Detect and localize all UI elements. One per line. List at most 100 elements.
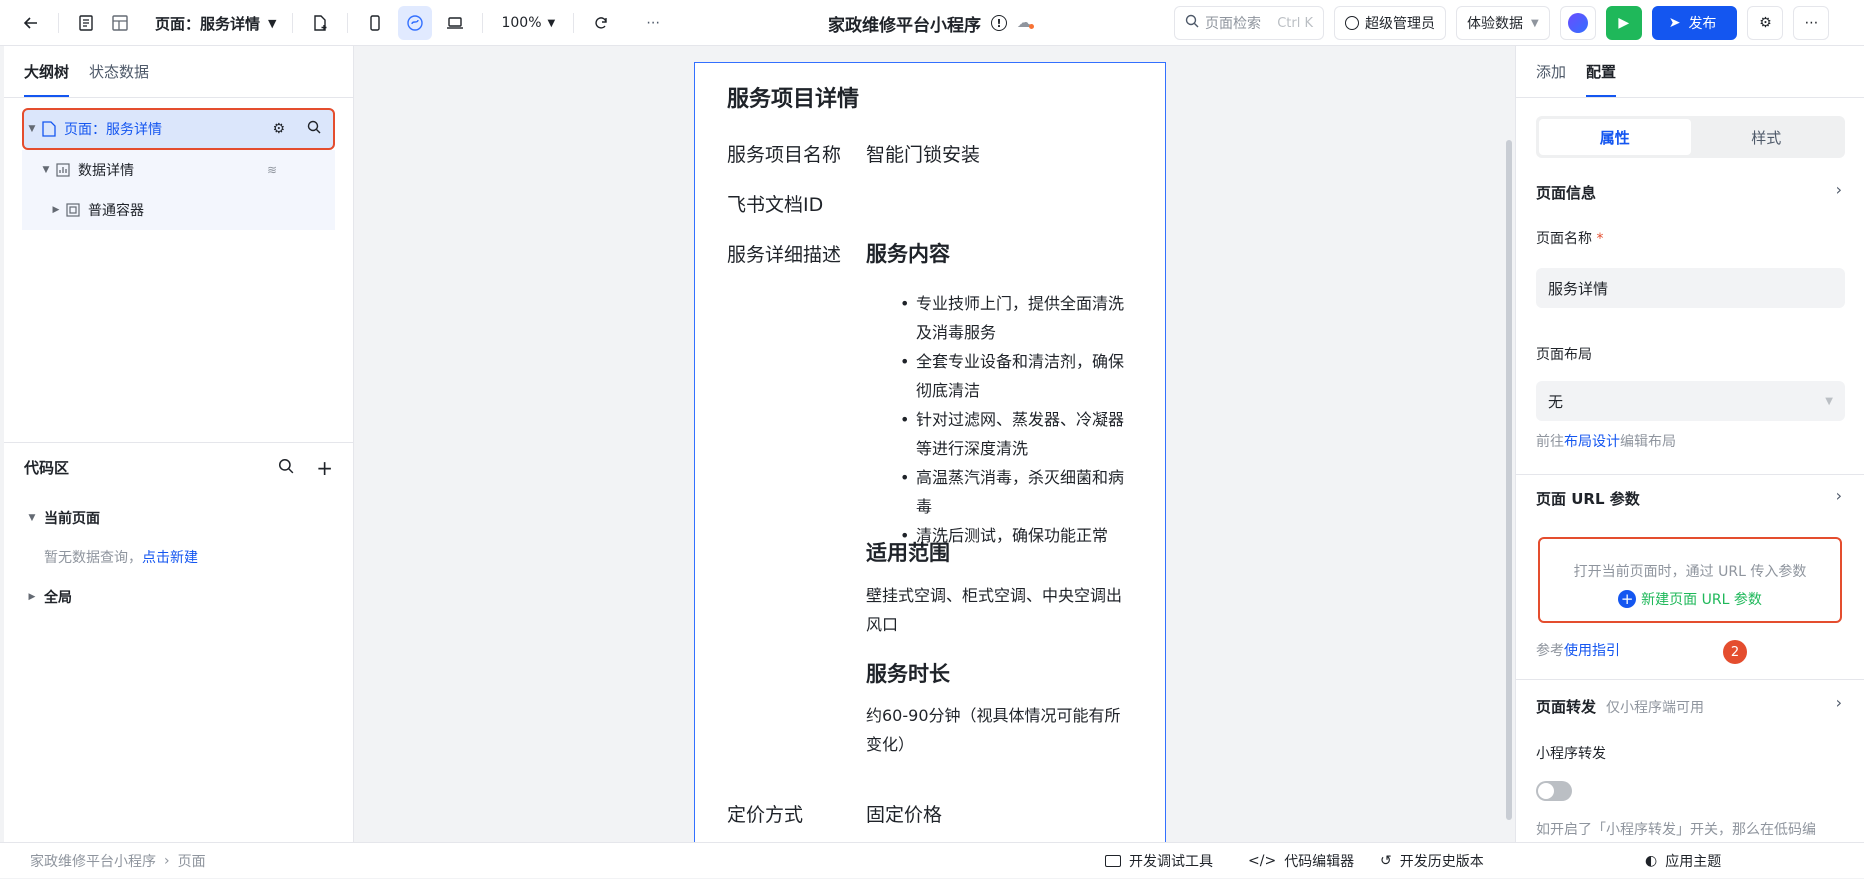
tree-item-label: 数据详情: [78, 163, 134, 179]
debug-tool-button[interactable]: 开发调试工具: [1105, 843, 1213, 879]
page-forward-section[interactable]: 页面转发 仅小程序端可用: [1536, 696, 1704, 717]
new-url-param-button[interactable]: + 新建页面 URL 参数: [1540, 589, 1840, 609]
chevron-down-icon: ▼: [1825, 395, 1833, 407]
page-layout-select[interactable]: 无 ▼: [1536, 381, 1845, 421]
data-select-value: 体验数据: [1467, 16, 1523, 32]
data-select[interactable]: 体验数据 ▼: [1456, 6, 1550, 40]
back-arrow-icon[interactable]: [14, 6, 48, 40]
publish-button[interactable]: ➤ 发布: [1651, 6, 1738, 40]
tree-item-label: 普通容器: [88, 203, 144, 219]
collapse-icon[interactable]: ▶: [48, 205, 64, 215]
code-editor-label: 代码编辑器: [1284, 854, 1355, 870]
gear-icon: ⚙: [1759, 15, 1772, 31]
more-icon[interactable]: ⋯: [636, 6, 670, 40]
mini-forward-label: 小程序转发: [1536, 746, 1606, 762]
container-icon: [64, 201, 82, 219]
chevron-right-icon[interactable]: ›: [1836, 693, 1842, 712]
play-icon: ▶: [1618, 15, 1630, 31]
theme-button[interactable]: ◐ 应用主题: [1645, 843, 1721, 879]
mini-forward-toggle[interactable]: [1536, 781, 1572, 801]
expand-icon[interactable]: ▼: [24, 124, 40, 134]
tab-outline[interactable]: 大纲树: [24, 46, 70, 97]
price-label: 定价方式: [727, 804, 804, 826]
tab-config[interactable]: 配置: [1586, 46, 1617, 97]
usage-guide-link[interactable]: 使用指引: [1564, 643, 1620, 659]
refresh-icon[interactable]: [584, 6, 618, 40]
tab-state-data[interactable]: 状态数据: [89, 46, 149, 97]
app-title: 家政维修平台小程序: [828, 15, 981, 36]
list-item: 专业技师上门，提供全面清洗及消毒服务: [866, 289, 1136, 347]
global-group[interactable]: ▶ 全局: [24, 587, 72, 607]
tab-add[interactable]: 添加: [1536, 46, 1566, 97]
tree-item-label: 页面：服务详情: [64, 122, 162, 138]
page-layout-value: 无: [1548, 392, 1564, 411]
current-page-group[interactable]: ▼ 当前页面: [24, 508, 100, 528]
breadcrumb-item[interactable]: 家政维修平台小程序: [30, 851, 156, 871]
search-icon[interactable]: [278, 458, 294, 478]
ai-assistant-button[interactable]: [1559, 6, 1596, 40]
page-name-label-text: 页面名称: [1536, 231, 1592, 247]
tree-item-data-detail[interactable]: ▼ 数据详情 ≋: [22, 150, 335, 190]
page-list-icon[interactable]: [69, 6, 103, 40]
page-search-input[interactable]: 页面检索 Ctrl K: [1174, 6, 1324, 40]
layout-hint-post: 编辑布局: [1620, 434, 1676, 450]
page-title: 服务项目详情: [727, 87, 860, 112]
chart-icon: [54, 161, 72, 179]
layout-design-link[interactable]: 布局设计: [1564, 434, 1620, 450]
history-label: 开发历史版本: [1399, 854, 1484, 870]
desktop-view-icon[interactable]: [438, 6, 472, 40]
property-style-toggle: 属性 样式: [1536, 116, 1845, 158]
required-mark: *: [1596, 231, 1604, 247]
scope-text: 壁挂式空调、柜式空调、中央空调出风口: [866, 586, 1123, 634]
design-canvas: 服务项目详情 服务项目名称 智能门锁安装 飞书文档ID 服务详细描述 服务内容 …: [354, 46, 1514, 842]
left-tabs: 大纲树 状态数据: [4, 46, 353, 98]
chevron-right-icon[interactable]: ›: [1836, 486, 1842, 505]
tree-item-container[interactable]: ▶ 普通容器: [22, 190, 335, 230]
settings-button[interactable]: ⚙: [1747, 6, 1784, 40]
more-button[interactable]: ⋯: [1793, 6, 1830, 40]
code-icon: </>: [1248, 853, 1277, 869]
plus-icon[interactable]: +: [316, 456, 333, 480]
search-icon[interactable]: [307, 120, 321, 138]
expand-icon[interactable]: ▼: [38, 165, 54, 175]
tab-properties[interactable]: 属性: [1539, 119, 1691, 155]
history-button[interactable]: ↺ 开发历史版本: [1380, 843, 1484, 879]
chevron-right-icon: ›: [164, 853, 170, 869]
gear-icon[interactable]: ⚙: [272, 121, 285, 137]
miniprogram-view-icon[interactable]: [398, 6, 433, 40]
right-tabs: 添加 配置: [1516, 46, 1864, 98]
name-label: 服务项目名称: [727, 144, 842, 166]
debug-tool-label: 开发调试工具: [1129, 854, 1213, 870]
page-name-field[interactable]: 服务详情: [1536, 268, 1845, 308]
page-preview[interactable]: 服务项目详情 服务项目名称 智能门锁安装 飞书文档ID 服务详细描述 服务内容 …: [694, 62, 1166, 842]
breadcrumb: 家政维修平台小程序 › 页面: [30, 843, 206, 879]
chevron-right-icon[interactable]: ›: [1836, 180, 1842, 199]
zoom-select[interactable]: 100% ▼: [493, 15, 563, 31]
run-button[interactable]: ▶: [1605, 6, 1642, 40]
search-shortcut: Ctrl K: [1277, 15, 1313, 31]
admin-button[interactable]: 超级管理员: [1334, 6, 1446, 40]
add-page-icon[interactable]: [303, 6, 337, 40]
forward-note: 如开启了「小程序转发」开关，那么在低码编: [1536, 822, 1816, 838]
url-params-section[interactable]: 页面 URL 参数: [1536, 488, 1640, 509]
tab-style[interactable]: 样式: [1691, 119, 1843, 155]
mobile-view-icon[interactable]: [358, 6, 392, 40]
canvas-scrollbar[interactable]: [1506, 140, 1512, 820]
breadcrumb-item[interactable]: 页面: [178, 851, 206, 871]
zoom-value: 100%: [501, 15, 542, 31]
ref-pre: 参考: [1536, 643, 1564, 659]
outline-tree: ▼ 页面：服务详情 ⚙ ▼ 数据详情 ≋ ▶ 普通容器: [4, 98, 353, 230]
tree-item-page[interactable]: ▼ 页面：服务详情 ⚙: [22, 108, 335, 150]
page-selector-label: 页面：服务详情: [155, 14, 261, 33]
code-editor-button[interactable]: </> 代码编辑器: [1248, 843, 1354, 879]
create-query-link[interactable]: 点击新建: [142, 547, 198, 567]
price-value: 固定价格: [866, 804, 943, 826]
empty-query-hint: 暂无数据查询， 点击新建: [44, 547, 198, 567]
page-selector[interactable]: 页面：服务详情 ▼: [155, 13, 276, 34]
page-info-section[interactable]: 页面信息: [1536, 182, 1596, 203]
info-icon[interactable]: !: [991, 15, 1007, 31]
page-icon: [40, 120, 58, 138]
layout-icon[interactable]: [103, 6, 137, 40]
page-name-label: 页面名称 *: [1536, 228, 1603, 248]
send-icon: ➤: [1668, 15, 1681, 31]
